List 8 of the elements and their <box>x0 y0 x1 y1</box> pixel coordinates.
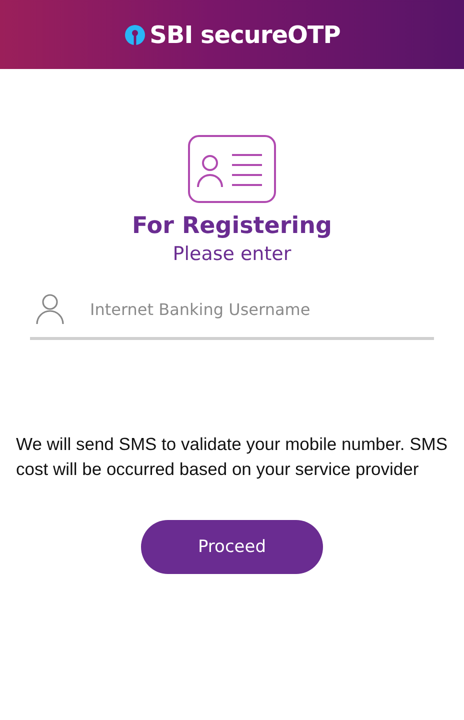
app-title: SBI secureOTP <box>150 20 340 48</box>
logo-icon <box>124 24 146 46</box>
proceed-button[interactable]: Proceed <box>141 520 323 574</box>
heading: For Registering <box>132 213 332 239</box>
id-card-icon <box>188 135 276 203</box>
sms-notice: We will send SMS to validate your mobile number. SMS cost will be occurred based on your service provider <box>15 433 449 481</box>
person-icon <box>36 293 64 325</box>
subheading: Please enter <box>172 243 292 265</box>
